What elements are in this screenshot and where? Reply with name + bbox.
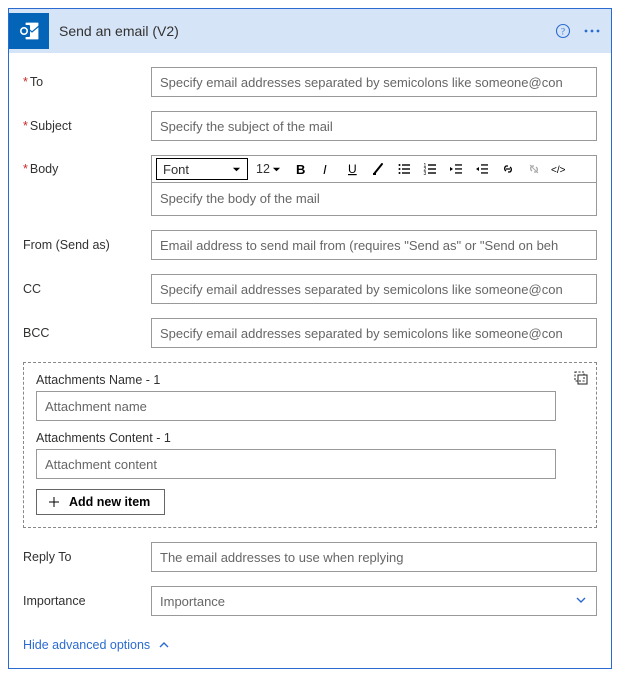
card-body: To Subject Body Font 12 B: [9, 53, 611, 668]
input-cc[interactable]: [151, 274, 597, 304]
underline-icon[interactable]: U: [341, 158, 363, 180]
label-to: To: [23, 68, 151, 96]
chevron-up-icon: [158, 639, 170, 651]
bullet-list-icon[interactable]: [393, 158, 415, 180]
attachment-name-input[interactable]: [36, 391, 556, 421]
font-size-select[interactable]: 12: [252, 158, 285, 180]
svg-text:?: ?: [561, 27, 565, 37]
card-title: Send an email (V2): [59, 23, 555, 39]
body-textarea[interactable]: Specify the body of the mail: [152, 183, 596, 215]
advanced-toggle-label: Hide advanced options: [23, 638, 150, 652]
font-select-label: Font: [163, 162, 189, 177]
input-subject[interactable]: [151, 111, 597, 141]
bold-icon[interactable]: B: [289, 158, 311, 180]
indent-icon[interactable]: [471, 158, 493, 180]
font-select[interactable]: Font: [156, 158, 248, 180]
chevron-down-icon: [574, 593, 588, 610]
more-icon[interactable]: [583, 23, 601, 39]
editor-toolbar: Font 12 B I U 123: [152, 156, 596, 183]
importance-placeholder: Importance: [160, 594, 225, 609]
caret-down-icon: [272, 165, 281, 174]
italic-icon[interactable]: I: [315, 158, 337, 180]
attachment-content-label: Attachments Content - 1: [36, 431, 584, 445]
attachment-content-group: Attachments Content - 1: [36, 431, 584, 479]
field-replyto: Reply To: [23, 542, 597, 572]
svg-text:I: I: [323, 162, 327, 176]
field-to: To: [23, 67, 597, 97]
attachment-name-label: Attachments Name - 1: [36, 373, 584, 387]
help-icon[interactable]: ?: [555, 23, 571, 39]
outdent-icon[interactable]: [445, 158, 467, 180]
label-from: From (Send as): [23, 231, 151, 259]
array-modal-icon[interactable]: [574, 371, 588, 388]
attachment-content-input[interactable]: [36, 449, 556, 479]
input-from[interactable]: [151, 230, 597, 260]
font-color-icon[interactable]: [367, 158, 389, 180]
unlink-icon[interactable]: [523, 158, 545, 180]
input-bcc[interactable]: [151, 318, 597, 348]
svg-text:3: 3: [423, 171, 426, 176]
field-importance: Importance Importance: [23, 586, 597, 616]
link-icon[interactable]: [497, 158, 519, 180]
svg-text:B: B: [296, 162, 305, 176]
field-bcc: BCC: [23, 318, 597, 348]
send-email-action-card: Send an email (V2) ? To Subject Body Fo: [8, 8, 612, 669]
svg-text:</>: </>: [551, 165, 566, 176]
header-actions: ?: [555, 23, 601, 39]
outlook-icon: [9, 13, 49, 49]
input-to[interactable]: [151, 67, 597, 97]
add-new-item-button[interactable]: Add new item: [36, 489, 165, 515]
numbered-list-icon[interactable]: 123: [419, 158, 441, 180]
label-cc: CC: [23, 275, 151, 303]
field-from: From (Send as): [23, 230, 597, 260]
field-body: Body Font 12 B I U 123: [23, 155, 597, 216]
label-bcc: BCC: [23, 319, 151, 347]
font-size-label: 12: [256, 162, 270, 176]
attachments-group: Attachments Name - 1 Attachments Content…: [23, 362, 597, 528]
caret-down-icon: [232, 165, 241, 174]
hide-advanced-toggle[interactable]: Hide advanced options: [23, 638, 170, 652]
card-header: Send an email (V2) ?: [9, 9, 611, 53]
attachment-name-group: Attachments Name - 1: [36, 373, 584, 421]
field-subject: Subject: [23, 111, 597, 141]
field-cc: CC: [23, 274, 597, 304]
label-body: Body: [23, 155, 151, 183]
label-replyto: Reply To: [23, 543, 151, 571]
importance-select[interactable]: Importance: [151, 586, 597, 616]
input-replyto[interactable]: [151, 542, 597, 572]
svg-text:U: U: [348, 162, 357, 176]
add-new-item-label: Add new item: [69, 495, 150, 509]
label-subject: Subject: [23, 112, 151, 140]
plus-icon: [47, 495, 61, 509]
rich-text-editor: Font 12 B I U 123: [151, 155, 597, 216]
code-view-icon[interactable]: </>: [549, 158, 571, 180]
label-importance: Importance: [23, 587, 151, 615]
